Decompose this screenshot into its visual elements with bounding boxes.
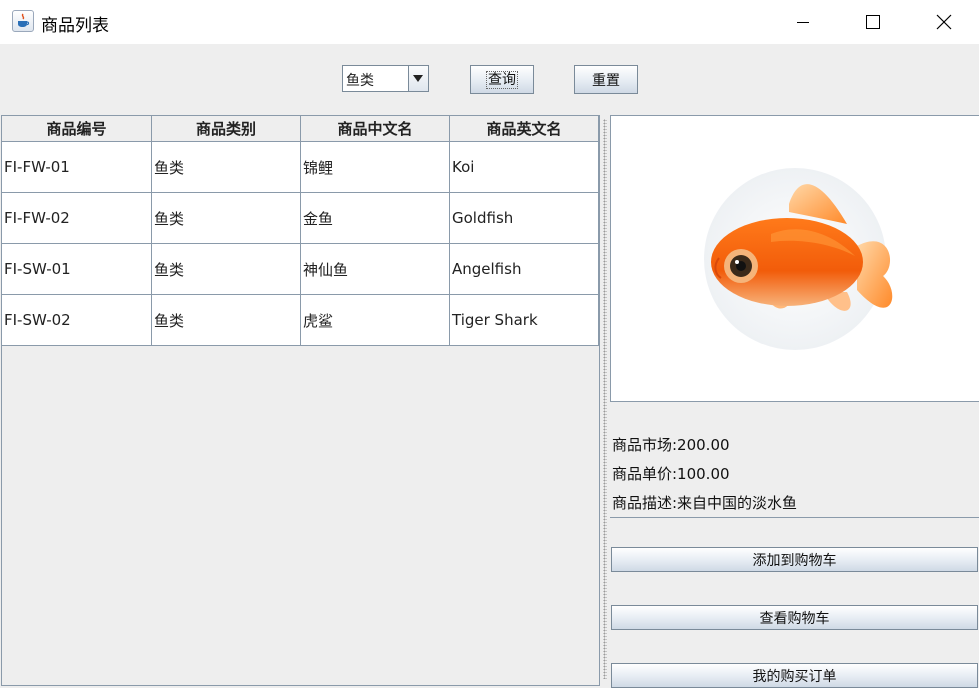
title-bar: 商品列表 bbox=[0, 0, 979, 44]
cell-chinese-name: 金鱼 bbox=[301, 193, 450, 243]
chevron-down-icon[interactable] bbox=[408, 66, 428, 91]
maximize-icon bbox=[866, 15, 880, 29]
my-orders-button[interactable]: 我的购买订单 bbox=[611, 663, 978, 688]
category-select-value: 鱼类 bbox=[346, 73, 374, 89]
cell-category: 鱼类 bbox=[152, 193, 301, 243]
java-cup-icon bbox=[12, 10, 34, 32]
minimize-button[interactable] bbox=[780, 0, 826, 44]
product-image-box bbox=[610, 115, 979, 402]
cell-category: 鱼类 bbox=[152, 295, 301, 345]
cell-chinese-name: 锦鲤 bbox=[301, 142, 450, 192]
table-row[interactable]: FI-FW-02 鱼类 金鱼 Goldfish bbox=[2, 193, 599, 244]
cell-english-name: Koi bbox=[450, 142, 599, 192]
cell-chinese-name: 神仙鱼 bbox=[301, 244, 450, 294]
reset-button-label: 重置 bbox=[592, 72, 620, 89]
cell-english-name: Angelfish bbox=[450, 244, 599, 294]
cell-id: FI-SW-01 bbox=[2, 244, 152, 294]
table-row[interactable]: FI-FW-01 鱼类 锦鲤 Koi bbox=[2, 142, 599, 193]
table-header: 商品编号 商品类别 商品中文名 商品英文名 bbox=[2, 116, 599, 142]
column-header-category[interactable]: 商品类别 bbox=[152, 116, 301, 141]
table-row[interactable]: FI-SW-02 鱼类 虎鲨 Tiger Shark bbox=[2, 295, 599, 346]
query-button-label: 查询 bbox=[486, 70, 518, 89]
cell-english-name: Tiger Shark bbox=[450, 295, 599, 345]
close-button[interactable] bbox=[921, 0, 967, 44]
product-detail-panel: 商品市场:200.00 商品单价:100.00 商品描述:来自中国的淡水鱼 添加… bbox=[610, 115, 979, 688]
window-title: 商品列表 bbox=[41, 16, 109, 36]
category-select[interactable]: 鱼类 bbox=[342, 65, 429, 92]
unit-price-text: 商品单价:100.00 bbox=[612, 465, 730, 483]
divider-line bbox=[610, 517, 979, 518]
goldfish-image bbox=[704, 168, 893, 350]
add-to-cart-label: 添加到购物车 bbox=[752, 552, 837, 569]
add-to-cart-button[interactable]: 添加到购物车 bbox=[611, 547, 978, 572]
cell-english-name: Goldfish bbox=[450, 193, 599, 243]
split-pane-divider[interactable] bbox=[600, 115, 610, 686]
market-price-text: 商品市场:200.00 bbox=[612, 436, 730, 454]
divider-grip-icon bbox=[603, 119, 607, 679]
description-text: 商品描述:来自中国的淡水鱼 bbox=[612, 494, 798, 512]
search-toolbar: 鱼类 查询 重置 bbox=[0, 44, 979, 114]
product-table: 商品编号 商品类别 商品中文名 商品英文名 FI-FW-01 鱼类 锦鲤 Koi… bbox=[1, 115, 600, 686]
query-button[interactable]: 查询 bbox=[470, 65, 534, 94]
column-header-english-name[interactable]: 商品英文名 bbox=[450, 116, 599, 141]
maximize-button[interactable] bbox=[850, 0, 896, 44]
view-cart-button[interactable]: 查看购物车 bbox=[611, 605, 978, 630]
column-header-id[interactable]: 商品编号 bbox=[2, 116, 152, 141]
cell-category: 鱼类 bbox=[152, 244, 301, 294]
table-row[interactable]: FI-SW-01 鱼类 神仙鱼 Angelfish bbox=[2, 244, 599, 295]
column-header-chinese-name[interactable]: 商品中文名 bbox=[301, 116, 450, 141]
close-icon bbox=[936, 14, 952, 30]
minimize-icon bbox=[797, 22, 809, 23]
view-cart-label: 查看购物车 bbox=[759, 610, 830, 627]
cell-chinese-name: 虎鲨 bbox=[301, 295, 450, 345]
reset-button[interactable]: 重置 bbox=[574, 65, 638, 94]
cell-category: 鱼类 bbox=[152, 142, 301, 192]
cell-id: FI-FW-01 bbox=[2, 142, 152, 192]
cell-id: FI-SW-02 bbox=[2, 295, 152, 345]
cell-id: FI-FW-02 bbox=[2, 193, 152, 243]
my-orders-label: 我的购买订单 bbox=[752, 668, 837, 685]
